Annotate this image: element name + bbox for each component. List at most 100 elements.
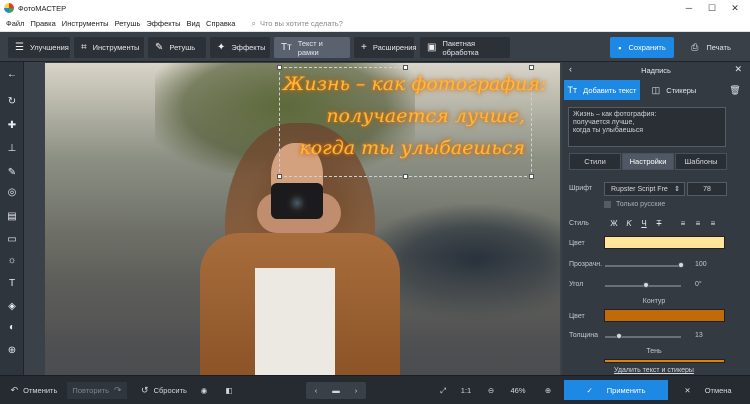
- panel-title: Надпись: [641, 65, 671, 75]
- bold-icon[interactable]: Ж: [607, 217, 621, 230]
- gradient-icon[interactable]: ▤: [0, 207, 24, 225]
- text-color-swatch[interactable]: [604, 236, 725, 249]
- zoom-ratio-button[interactable]: 1:1: [457, 382, 475, 399]
- tab-text-frames[interactable]: Tт Текст и рамки: [274, 37, 350, 58]
- reset-button[interactable]: ↺ Сбросить: [138, 382, 190, 399]
- rotate-icon[interactable]: ↻: [0, 92, 24, 110]
- close-button[interactable]: ✕: [720, 0, 750, 16]
- bandage-icon[interactable]: ✚: [0, 116, 24, 134]
- menu-retouch[interactable]: Ретушь: [115, 19, 141, 28]
- trash-icon[interactable]: 🗑: [725, 80, 745, 100]
- canvas-area[interactable]: Жизнь – как фотография: получается лучше…: [24, 62, 562, 375]
- menu-tools[interactable]: Инструменты: [62, 19, 109, 28]
- resize-handle[interactable]: [277, 174, 282, 179]
- italic-icon[interactable]: K: [622, 217, 636, 230]
- tab-label: Текст и рамки: [297, 38, 323, 57]
- search-icon: ⌕: [251, 18, 256, 28]
- chevron-left-icon[interactable]: ‹: [569, 64, 572, 74]
- tab-batch-processing[interactable]: ▣ Пакетная обработка: [420, 37, 510, 58]
- fill-bucket-icon[interactable]: ◈: [0, 297, 24, 315]
- inscription-panel: ‹ Надпись ✕ Tт Добавить текст ◫ Стикеры 🗑 …: [562, 62, 750, 375]
- save-button[interactable]: ▪ Сохранить: [610, 37, 674, 58]
- text-icon: Tт: [567, 85, 578, 95]
- font-label: Шрифт: [569, 185, 593, 192]
- remove-text-link[interactable]: Удалить текст и стикеры: [614, 367, 694, 374]
- menu-file[interactable]: Файл: [6, 19, 24, 28]
- print-button[interactable]: ⎙ Печать: [680, 37, 742, 58]
- text-input[interactable]: Жизнь – как фотография: получается лучше…: [568, 107, 726, 147]
- resize-handle[interactable]: [277, 65, 282, 70]
- outline-color-swatch[interactable]: [604, 309, 725, 322]
- opacity-slider-track[interactable]: [605, 265, 681, 267]
- strikethrough-icon[interactable]: Т: [652, 217, 666, 230]
- tab-enhancements[interactable]: ☰ Улучшения: [8, 37, 70, 58]
- prev-image-icon[interactable]: ‹: [308, 382, 324, 399]
- photo-shirt: [255, 268, 335, 375]
- only-russian-checkbox[interactable]: Только русские: [604, 201, 665, 208]
- subtab-settings[interactable]: Настройки: [622, 153, 674, 170]
- apply-button[interactable]: ✓ Применить: [564, 380, 668, 400]
- target-icon[interactable]: ⊕: [0, 341, 24, 359]
- tab-label: Пакетная обработка: [442, 38, 479, 57]
- tab-extensions[interactable]: + Расширения: [354, 37, 417, 58]
- tab-add-text[interactable]: Tт Добавить текст: [564, 80, 640, 100]
- zoom-out-icon[interactable]: ⊖: [484, 382, 498, 399]
- tab-stickers[interactable]: ◫ Стикеры: [644, 80, 704, 100]
- eye-icon[interactable]: ◉: [196, 382, 212, 399]
- font-size-field[interactable]: 78: [687, 182, 727, 196]
- printer-icon: ⎙: [691, 42, 699, 52]
- brush-tool-icon[interactable]: ✎: [0, 163, 24, 181]
- color-replace-icon[interactable]: ◐: [0, 318, 24, 336]
- tab-tools[interactable]: ⌗ Инструменты: [74, 37, 144, 58]
- menu-effects[interactable]: Эффекты: [146, 19, 180, 28]
- resize-handle[interactable]: [529, 174, 534, 179]
- compare-icon[interactable]: ◧: [221, 382, 237, 399]
- align-right-icon[interactable]: ≡: [706, 217, 720, 230]
- redo-button[interactable]: Повторить ↷: [67, 382, 127, 399]
- underline-icon[interactable]: Ч: [637, 217, 651, 230]
- folder-icon[interactable]: ▬: [328, 382, 344, 399]
- undo-button[interactable]: ↶ Отменить: [6, 382, 62, 399]
- back-arrow-icon[interactable]: ←: [0, 65, 24, 83]
- reset-icon: ↺: [141, 385, 149, 395]
- radial-filter-icon[interactable]: ◎: [0, 183, 24, 201]
- text-tool-icon[interactable]: T: [0, 274, 24, 292]
- font-select[interactable]: Rupster Script Fre ⇕: [604, 182, 685, 196]
- opacity-slider-knob[interactable]: [678, 262, 684, 268]
- vignette-icon[interactable]: ▭: [0, 230, 24, 248]
- align-center-icon[interactable]: ≡: [691, 217, 705, 230]
- next-image-icon[interactable]: ›: [348, 382, 364, 399]
- app-window: ФотоМАСТЕР ─ ☐ ✕ Файл Правка Инструменты…: [0, 0, 750, 404]
- tab-effects[interactable]: ✦ Эффекты: [210, 37, 270, 58]
- close-icon[interactable]: ✕: [734, 64, 742, 75]
- style-label: Стиль: [569, 220, 589, 227]
- resize-handle[interactable]: [529, 65, 534, 70]
- resize-handle[interactable]: [403, 65, 408, 70]
- subtab-styles[interactable]: Стили: [569, 153, 621, 170]
- shadow-color-swatch[interactable]: [604, 359, 725, 363]
- fit-screen-icon[interactable]: ⤢: [434, 382, 452, 399]
- tab-label: Добавить текст: [583, 85, 637, 95]
- menu-edit[interactable]: Правка: [30, 19, 55, 28]
- panel-header: ‹ Надпись ✕: [562, 62, 750, 78]
- search-field[interactable]: ⌕ Что вы хотите сделать?: [251, 19, 342, 29]
- batch-icon: ▣: [427, 42, 437, 53]
- tab-retouch[interactable]: ✎ Ретушь: [148, 37, 206, 58]
- text-overlay[interactable]: Жизнь – как фотография: получается лучше…: [277, 65, 546, 179]
- menu-view[interactable]: Вид: [186, 19, 200, 28]
- light-icon[interactable]: ☼: [0, 251, 24, 269]
- subtab-templates[interactable]: Шаблоны: [675, 153, 727, 170]
- left-tool-strip: ← ↻ ✚ ⊥ ✎ ◎ ▤ ▭ ☼ T ◈ ◐ ⊕: [0, 62, 24, 375]
- menu-help[interactable]: Справка: [206, 19, 235, 28]
- check-icon: ✓: [586, 385, 593, 395]
- resize-handle[interactable]: [403, 174, 408, 179]
- tab-label: Расширения: [372, 43, 417, 52]
- cancel-label: Отмена: [704, 385, 732, 395]
- angle-slider-knob[interactable]: [643, 282, 649, 288]
- align-left-icon[interactable]: ≡: [676, 217, 690, 230]
- stamp-icon[interactable]: ⊥: [0, 139, 24, 157]
- text-line-3: когда ты улыбаешься: [299, 137, 525, 159]
- cancel-button[interactable]: ✕ Отмена: [672, 380, 744, 400]
- zoom-in-icon[interactable]: ⊕: [540, 382, 556, 399]
- thickness-slider-knob[interactable]: [616, 333, 622, 339]
